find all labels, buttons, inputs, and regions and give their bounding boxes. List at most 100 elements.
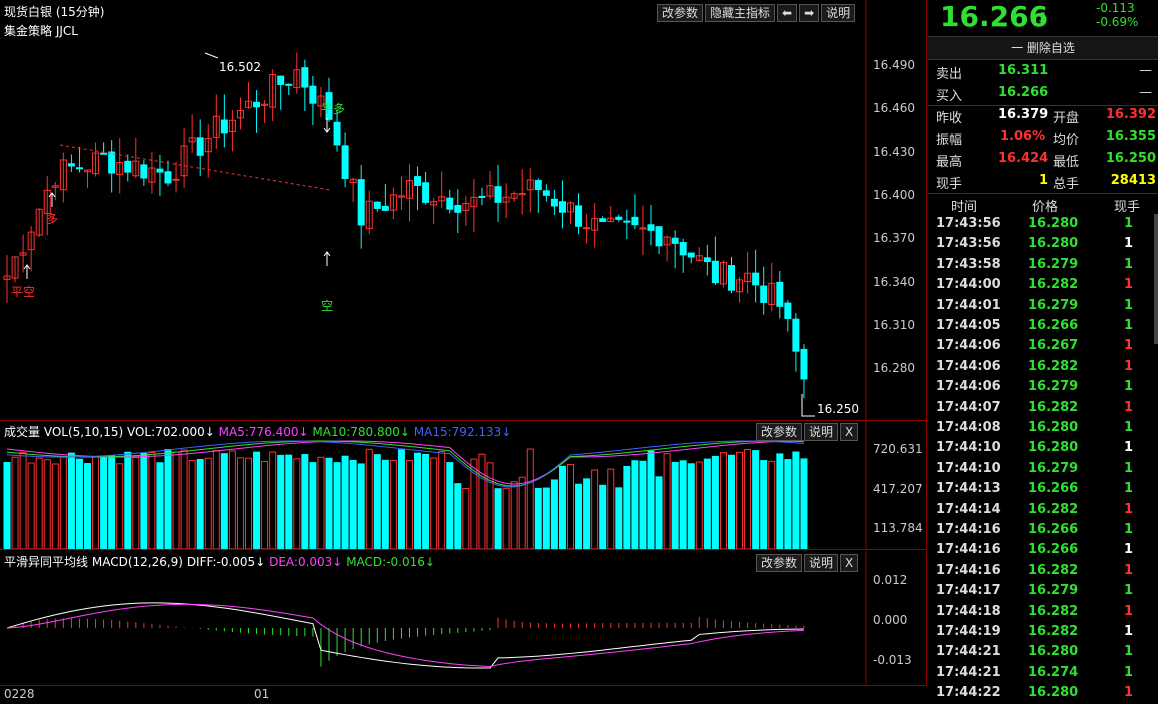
candle-body [108, 151, 116, 174]
change-params-button[interactable]: 改参数 [657, 4, 704, 22]
tick-price: 16.266 [1028, 481, 1079, 497]
volume-panel[interactable]: 成交量 VOL(5,10,15) VOL:702.000↓ MA5:776.40… [0, 421, 927, 550]
price-axis-label: 16.370 [873, 231, 915, 245]
tick-row: 17:44:13 16.266 1 [928, 479, 1154, 499]
volume-bar [100, 456, 108, 549]
high-value: 16.424 [998, 151, 1049, 166]
volume-bar [792, 451, 800, 549]
tick-row: 17:44:10 16.280 1 [928, 438, 1154, 458]
macd-change-params-button[interactable]: 改参数 [756, 554, 803, 572]
volume-bar [19, 452, 27, 549]
ticks-list[interactable]: 17:43:56 16.280 1 17:43:56 16.280 1 17:43:58 16… [928, 214, 1154, 704]
volume-bar [51, 463, 59, 549]
tick-row: 17:44:00 16.282 1 [928, 275, 1154, 295]
volume-bar [462, 487, 470, 549]
candle-body [414, 176, 422, 186]
candle-body [599, 218, 607, 222]
tick-price: 16.279 [1028, 297, 1079, 313]
tick-price: 16.280 [1028, 216, 1079, 231]
candle-body [172, 178, 180, 181]
candle-body [381, 205, 389, 211]
tick-volume: 1 [1124, 522, 1134, 537]
tick-row: 17:43:56 16.280 1 [928, 214, 1154, 234]
tick-time: 17:44:19 [936, 624, 1001, 639]
macd-help-button[interactable]: 说明 [804, 554, 839, 572]
volume-change-params-button[interactable]: 改参数 [756, 423, 803, 441]
price-axis-label: 16.460 [873, 101, 915, 115]
volume-bar [261, 460, 269, 549]
volume-bar [438, 450, 446, 549]
volume-bar [277, 454, 285, 549]
volume-bar [301, 454, 309, 549]
tick-price: 16.280 [1028, 685, 1079, 701]
price-change-pct: -0.69% [1096, 15, 1139, 29]
price-axis-label: 16.430 [873, 145, 915, 159]
hide-main-indicator-button[interactable]: 隐藏主指标 [705, 4, 776, 22]
tick-row: 17:44:21 16.274 1 [928, 663, 1154, 683]
tick-price: 16.282 [1028, 624, 1079, 639]
volume-bar [687, 463, 695, 549]
arrow-left-icon[interactable]: ⬅ [777, 4, 798, 22]
arrow-right-icon[interactable]: ➡ [799, 4, 820, 22]
volume-help-button[interactable]: 说明 [804, 423, 839, 441]
volume-bar [454, 483, 462, 549]
candle-body [309, 85, 317, 104]
arrow-down-icon: ⬇ [1036, 9, 1050, 28]
volume-bar [663, 453, 671, 549]
candle-body [67, 163, 75, 167]
candle-body [800, 348, 808, 380]
tick-price: 16.279 [1028, 460, 1079, 476]
total-volume-value: 28413 [1110, 173, 1156, 188]
price-axis-label: 16.400 [873, 188, 915, 202]
avg-price-value: 16.355 [1105, 129, 1156, 144]
tick-volume: 1 [1124, 501, 1134, 517]
macd-panel[interactable]: 平滑异同平均线 MACD(12,26,9) DIFF:-0.005↓ DEA:0… [0, 551, 927, 686]
volume-bar [623, 465, 631, 549]
help-button[interactable]: 说明 [821, 4, 856, 22]
tick-row: 17:44:06 16.267 1 [928, 336, 1154, 356]
candle-body [277, 75, 285, 85]
volume-bar [703, 458, 711, 549]
volume-bar [269, 451, 277, 549]
volume-bar [148, 452, 156, 549]
sell-price: 16.311 [998, 63, 1049, 78]
volume-bar [172, 451, 180, 549]
volume-bar [695, 461, 703, 549]
candle-body [711, 260, 719, 284]
volume-title: 成交量 [4, 425, 41, 439]
tick-price: 16.282 [1028, 501, 1079, 517]
volume-bar [124, 451, 132, 549]
volume-bar [253, 451, 261, 549]
volume-ma10: MA10:780.800↓ [312, 425, 410, 439]
candle-body [728, 265, 735, 291]
macd-value: MACD:-0.016↓ [346, 555, 435, 569]
candle-body [671, 237, 679, 244]
macd-dea: DEA:0.003↓ [269, 555, 343, 569]
main-toolbar: 改参数 隐藏主指标 ⬅ ➡ 说明 [657, 4, 856, 22]
candlestick-chart[interactable] [0, 0, 926, 420]
delete-watchlist-button[interactable]: 一 删除自选 [928, 36, 1158, 60]
volume-bar [164, 449, 172, 549]
volume-bar [204, 457, 212, 549]
tick-time: 17:44:10 [936, 440, 1001, 456]
volume-bar [333, 462, 341, 549]
volume-bar [406, 459, 413, 549]
candle-body [784, 302, 792, 319]
volume-value: VOL:702.000↓ [126, 425, 215, 439]
tick-price: 16.282 [1028, 358, 1079, 374]
macd-close-icon[interactable]: X [840, 554, 859, 572]
buy-volume: — [1139, 85, 1152, 100]
tick-volume: 1 [1124, 236, 1134, 252]
tick-row: 17:43:56 16.280 1 [928, 234, 1154, 254]
price-chart-panel[interactable]: 现货白银 (15分钟) 集金策略 JJCL 改参数 隐藏主指标 ⬅ ➡ 说明 1… [0, 0, 927, 421]
volume-close-icon[interactable]: X [840, 423, 859, 441]
volume-bar [567, 464, 574, 549]
volume-bar [639, 460, 647, 549]
ticks-scrollbar[interactable] [1154, 214, 1158, 344]
tick-price: 16.282 [1028, 562, 1079, 578]
tick-time: 17:44:17 [936, 583, 1001, 599]
price-change: -0.113 [1096, 1, 1135, 15]
volume-bar [285, 454, 293, 549]
tick-time: 17:44:05 [936, 318, 1001, 333]
signal-close-long: 平多 [321, 102, 346, 116]
